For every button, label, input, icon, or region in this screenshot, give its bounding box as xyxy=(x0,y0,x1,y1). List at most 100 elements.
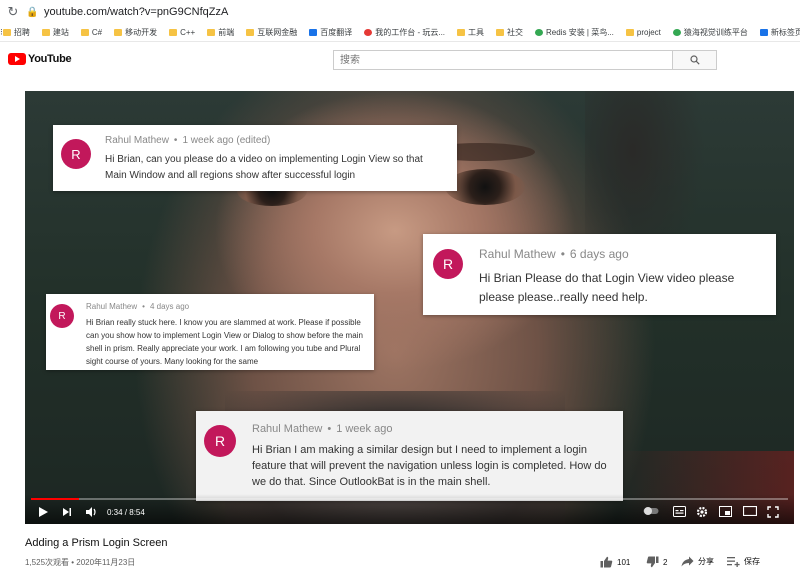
comment-time: 1 week ago (edited) xyxy=(182,135,271,146)
share-label: 分享 xyxy=(698,557,714,566)
folder-icon xyxy=(2,29,11,36)
video-player[interactable]: R Rahul Mathew • 1 week ago (edited) Hi Br… xyxy=(25,91,794,524)
bookmark-item[interactable]: 百度翻译 xyxy=(309,27,352,38)
comment-overlay: R Rahul Mathew • 1 week ago Hi Brian I am … xyxy=(196,411,623,501)
time-display: 0:34 / 8:54 xyxy=(107,508,145,517)
miniplayer-icon xyxy=(719,506,732,517)
folder-icon xyxy=(457,29,466,36)
player-controls: 0:34 / 8:54 xyxy=(25,494,794,524)
bookmark-item[interactable]: 猿海视觉训练平台 xyxy=(672,27,748,38)
comment-time: 6 days ago xyxy=(569,247,629,261)
comment-text: Hi Brian Please do that Login View video… xyxy=(479,271,735,304)
comment-time: 1 week ago xyxy=(336,423,393,435)
avatar: R xyxy=(433,249,463,279)
bookmark-item[interactable]: C# xyxy=(80,28,102,37)
subtitles-icon xyxy=(673,506,686,517)
bookmark-item[interactable]: Redis 安装 | 菜鸟... xyxy=(535,27,614,38)
url-text[interactable]: youtube.com/watch?v=pnG9CNfqZzA xyxy=(44,6,228,18)
video-title: Adding a Prism Login Screen xyxy=(25,537,168,549)
youtube-logo[interactable]: YouTube xyxy=(8,53,72,65)
comment-time: 4 days ago xyxy=(149,302,190,311)
comment-text: Hi Brian I am making a similar design bu… xyxy=(252,444,607,488)
folder-icon xyxy=(246,29,255,36)
volume-button[interactable] xyxy=(85,506,98,518)
site-icon xyxy=(364,29,373,36)
save-button[interactable]: 保存 xyxy=(727,556,760,567)
settings-button[interactable] xyxy=(696,506,708,518)
search-icon xyxy=(689,55,700,65)
share-icon xyxy=(681,556,694,567)
miniplayer-button[interactable] xyxy=(719,506,732,517)
autoplay-toggle[interactable] xyxy=(643,506,659,516)
next-icon xyxy=(63,508,71,516)
dislike-count: 2 xyxy=(663,557,668,567)
bookmark-item[interactable]: project xyxy=(625,28,661,37)
search-box xyxy=(333,50,673,70)
fullscreen-button[interactable] xyxy=(767,506,779,518)
comment-text: Hi Brian really stuck here. I know you a… xyxy=(86,318,363,366)
folder-icon xyxy=(625,29,634,36)
comment-author: Rahul Mathew xyxy=(479,247,556,261)
folder-icon xyxy=(169,29,178,36)
bookmark-item[interactable]: 移动开发 xyxy=(114,27,157,38)
browser-address-bar: ↻ 🔒 youtube.com/watch?v=pnG9CNfqZzA xyxy=(0,0,800,24)
progress-fill xyxy=(31,498,80,500)
reload-icon[interactable]: ↻ xyxy=(0,4,26,20)
bookmark-item[interactable]: 社交 xyxy=(496,27,523,38)
like-button[interactable]: 101 xyxy=(600,556,630,568)
search-button[interactable] xyxy=(673,50,717,70)
bookmark-item[interactable]: 我的工作台 - 玩云... xyxy=(364,27,445,38)
avatar: R xyxy=(50,304,74,328)
save-label: 保存 xyxy=(744,557,760,566)
theater-icon xyxy=(743,506,757,516)
folder-icon xyxy=(80,29,89,36)
comment-text: Hi Brian, can you please do a video on i… xyxy=(105,154,423,181)
youtube-play-icon xyxy=(8,53,26,65)
avatar: R xyxy=(204,425,236,457)
volume-icon xyxy=(86,507,96,517)
comment-overlay: R Rahul Mathew • 1 week ago (edited) Hi Br… xyxy=(53,125,457,191)
folder-icon xyxy=(41,29,50,36)
share-button[interactable]: 分享 xyxy=(681,556,714,567)
bookmark-item[interactable]: 互联网金融 xyxy=(246,27,297,38)
bookmark-item[interactable]: 招聘 xyxy=(2,27,30,38)
youtube-header: YouTube xyxy=(0,42,800,80)
bookmark-item[interactable]: 前端 xyxy=(207,27,234,38)
thumbs-down-icon xyxy=(646,556,659,568)
bookmark-item[interactable]: 新标签页 xyxy=(759,27,800,38)
avatar: R xyxy=(61,139,91,169)
dislike-button[interactable]: 2 xyxy=(646,556,667,568)
folder-icon xyxy=(207,29,216,36)
video-frame-shade xyxy=(445,169,525,205)
site-icon xyxy=(672,29,681,36)
gear-icon xyxy=(696,506,708,518)
bookmark-item[interactable]: 工具 xyxy=(457,27,484,38)
search-input[interactable] xyxy=(334,51,672,69)
play-button[interactable] xyxy=(37,506,49,518)
site-icon xyxy=(759,29,768,36)
comment-overlay: R Rahul Mathew • 4 days ago Hi Brian reall… xyxy=(46,294,374,370)
site-icon xyxy=(535,29,544,36)
bookmarks-bar: ⁝ 招聘 建站 C# 移动开发 C++ 前端 互联网金融 百度翻译 我的工作台 … xyxy=(0,24,800,42)
bookmark-item[interactable]: C++ xyxy=(169,28,195,37)
progress-bar[interactable] xyxy=(31,498,788,500)
comment-author: Rahul Mathew xyxy=(86,302,138,311)
like-count: 101 xyxy=(617,557,631,567)
folder-icon xyxy=(496,29,505,36)
play-icon xyxy=(39,507,48,517)
next-button[interactable] xyxy=(61,506,73,518)
comment-author: Rahul Mathew xyxy=(105,135,169,146)
translate-icon xyxy=(309,29,318,36)
subtitles-button[interactable] xyxy=(673,506,686,517)
autoplay-toggle-icon xyxy=(643,507,659,515)
lock-icon[interactable]: 🔒 xyxy=(26,7,40,18)
save-to-playlist-icon xyxy=(727,557,740,567)
comment-author: Rahul Mathew xyxy=(252,423,323,435)
folder-icon xyxy=(114,29,123,36)
theater-mode-button[interactable] xyxy=(743,506,757,516)
comment-overlay: R Rahul Mathew • 6 days ago Hi Brian Pleas… xyxy=(423,234,776,315)
bookmark-item[interactable]: 建站 xyxy=(41,27,69,38)
fullscreen-icon xyxy=(767,506,779,518)
video-stats: 1,525次观看 • 2020年11月23日 xyxy=(25,558,136,567)
thumbs-up-icon xyxy=(600,556,613,568)
